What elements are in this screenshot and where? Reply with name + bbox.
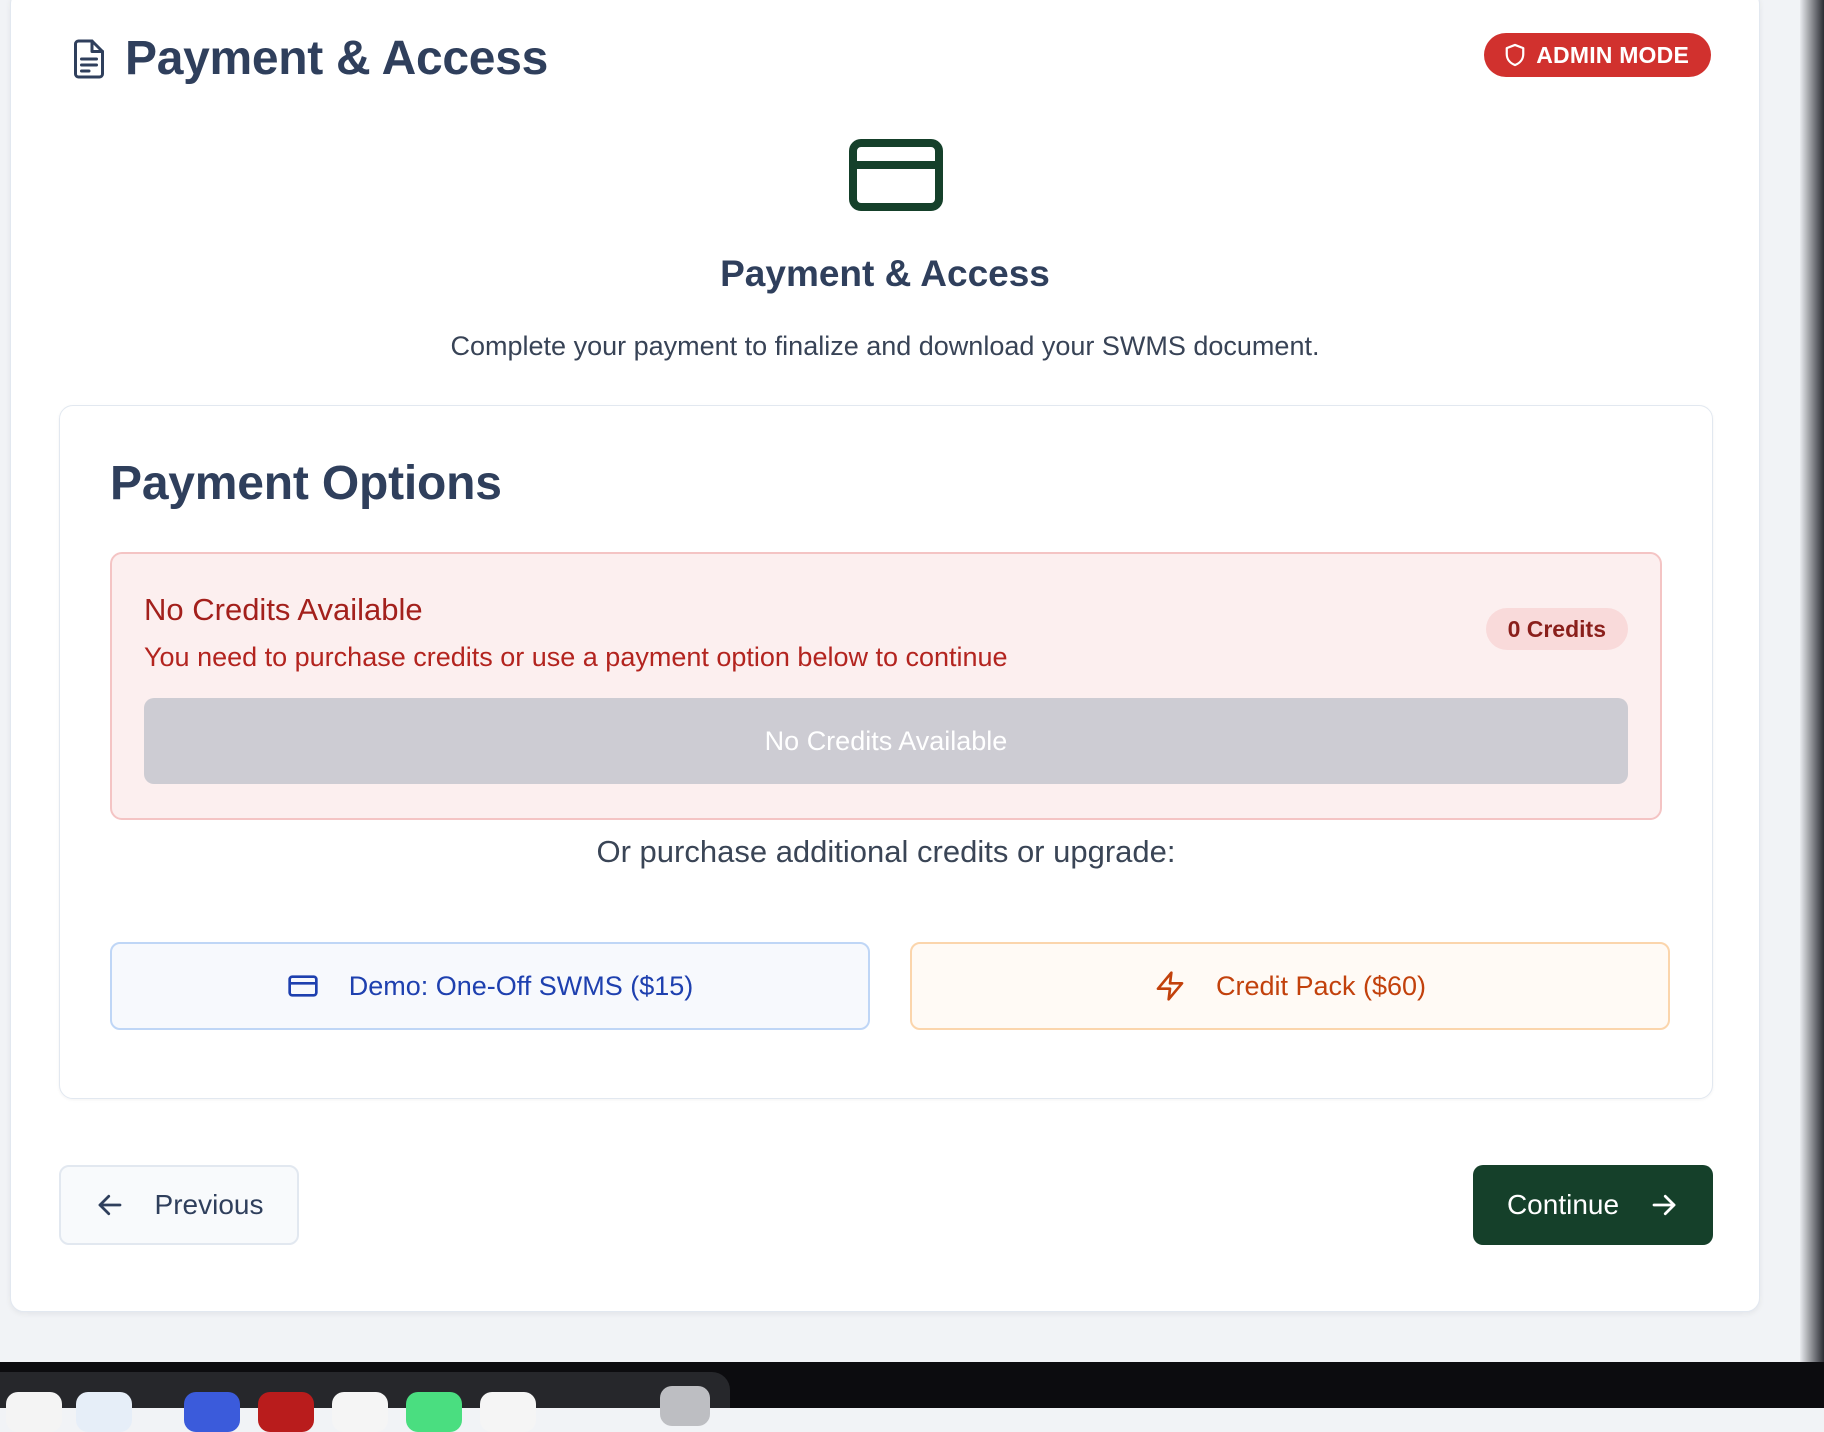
- dock-app-icon[interactable]: [6, 1392, 62, 1432]
- no-credits-alert: No Credits Available You need to purchas…: [110, 552, 1662, 820]
- no-credits-button[interactable]: No Credits Available: [144, 698, 1628, 784]
- payment-step-card: Payment & Access ADMIN MODE Payment & Ac…: [10, 0, 1760, 1312]
- credits-badge: 0 Credits: [1485, 608, 1628, 650]
- trash-icon[interactable]: [660, 1386, 710, 1426]
- dock: [0, 1372, 730, 1432]
- dock-app-icon[interactable]: [406, 1392, 462, 1432]
- dock-app-icon[interactable]: [258, 1392, 314, 1432]
- dock-app-icon[interactable]: [480, 1392, 536, 1432]
- alert-title: No Credits Available: [144, 592, 423, 627]
- page-title: Payment & Access: [125, 32, 548, 85]
- admin-badge-label: ADMIN MODE: [1536, 41, 1689, 68]
- upgrade-prompt: Or purchase additional credits or upgrad…: [596, 834, 1176, 869]
- section-title: Payment & Access: [720, 253, 1050, 294]
- section-description: Complete your payment to finalize and do…: [450, 331, 1320, 361]
- dock-app-icon[interactable]: [332, 1392, 388, 1432]
- payment-options-panel: Payment Options No Credits Available You…: [59, 405, 1713, 1099]
- dock-app-icon[interactable]: [76, 1392, 132, 1432]
- credit-card-icon: [288, 975, 318, 997]
- document-icon: [74, 39, 104, 79]
- shield-icon: [1505, 43, 1525, 67]
- credit-pack-button[interactable]: Credit Pack ($60): [910, 942, 1670, 1030]
- admin-mode-badge: ADMIN MODE: [1484, 33, 1711, 77]
- window-edge: [1800, 0, 1824, 1380]
- credit-card-icon: [849, 139, 943, 211]
- lightning-icon: [1156, 971, 1184, 1001]
- demo-option-label: Demo: One-Off SWMS ($15): [348, 970, 694, 1001]
- previous-button[interactable]: Previous: [59, 1165, 299, 1245]
- continue-button[interactable]: Continue: [1473, 1165, 1713, 1245]
- page-header: Payment & Access ADMIN MODE: [59, 29, 1711, 89]
- continue-label: Continue: [1506, 1189, 1620, 1220]
- arrow-left-icon: [98, 1194, 121, 1216]
- arrow-right-icon: [1652, 1194, 1676, 1216]
- alert-description: You need to purchase credits or use a pa…: [144, 642, 1008, 672]
- previous-label: Previous: [154, 1189, 264, 1220]
- demo-one-off-button[interactable]: Demo: One-Off SWMS ($15): [110, 942, 870, 1030]
- payment-options-title: Payment Options: [110, 457, 502, 510]
- dock-app-icon[interactable]: [184, 1392, 240, 1432]
- credit-pack-label: Credit Pack ($60): [1215, 970, 1427, 1001]
